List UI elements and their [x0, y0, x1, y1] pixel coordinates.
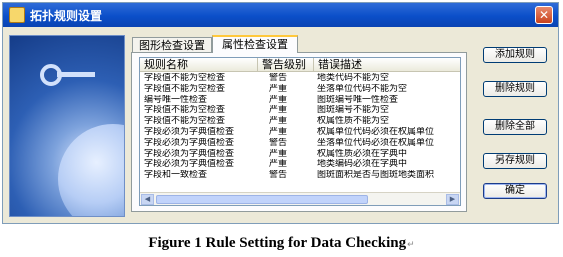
column-header-rule-name[interactable]: 规则名称: [140, 58, 258, 72]
table-row[interactable]: 字段值不能为空检查 严重 图斑编号不能为空: [140, 105, 460, 115]
table-row[interactable]: 字段必须为字典值检查 严重 权属性质必须在字典中: [140, 149, 460, 159]
error-description-cell: 权属性质必须在字典中: [317, 148, 408, 159]
rule-name-cell: 编号唯一性检查: [144, 94, 208, 105]
rule-name-cell: 字段和一致检查: [144, 170, 208, 181]
rule-name-cell: 字段值不能为空检查: [144, 83, 226, 94]
caption-text: Figure 1 Rule Setting for Data Checking: [148, 235, 407, 251]
error-description-cell: 权属性质不能为空: [317, 116, 390, 127]
column-header-warning-level[interactable]: 警告级别: [258, 58, 314, 72]
warning-level-cell: 严重: [268, 83, 287, 94]
error-description-cell: 图斑编号唯一性检查: [317, 94, 399, 105]
delete-rule-button[interactable]: 删除规则: [483, 81, 547, 97]
error-description-cell: 地类代码不能为空: [317, 73, 390, 83]
tab-graphic-check[interactable]: 图形检查设置: [132, 37, 212, 53]
error-description-cell: 图斑编号不能为空: [317, 105, 390, 116]
close-button[interactable]: ✕: [535, 6, 553, 24]
window-title: 拓扑规则设置: [30, 9, 103, 23]
table-row[interactable]: 字段值不能为空检查 警告 地类代码不能为空: [140, 73, 460, 83]
scroll-left-icon[interactable]: ◀: [141, 194, 154, 205]
warning-level-cell: 严重: [268, 116, 287, 127]
key-stem: [57, 72, 95, 77]
warning-level-cell: 严重: [268, 105, 287, 116]
add-rule-button[interactable]: 添加规则: [483, 47, 547, 63]
tab-attribute-check[interactable]: 属性检查设置: [212, 35, 298, 53]
error-description-cell: 坐落单位代码不能为空: [317, 83, 408, 94]
error-description-cell: 地类编码必须在字典中: [317, 159, 408, 170]
warning-level-cell: 警告: [268, 73, 287, 83]
rule-name-cell: 字段值不能为空检查: [144, 116, 226, 127]
warning-level-cell: 严重: [268, 127, 287, 137]
rule-name-cell: 字段值不能为空检查: [144, 73, 226, 83]
scrollbar-thumb[interactable]: [156, 195, 368, 204]
globe-icon: [58, 124, 124, 216]
figure-caption: Figure 1 Rule Setting for Data Checking↵: [0, 235, 563, 252]
delete-all-button[interactable]: 删除全部: [483, 119, 547, 135]
warning-level-cell: 严重: [268, 148, 287, 159]
return-mark: ↵: [407, 239, 415, 249]
rules-table: 规则名称 警告级别 错误描述 字段值不能为空检查 警告 地类代码不能为空 字段值不能为…: [139, 57, 461, 206]
error-description-cell: 权属单位代码必须在权属单位: [317, 127, 435, 137]
warning-level-cell: 严重: [268, 159, 287, 170]
table-row[interactable]: 字段必须为字典值检查 严重 地类编码必须在字典中: [140, 159, 460, 169]
column-header-error-description[interactable]: 错误描述: [314, 58, 460, 72]
table-row[interactable]: 字段值不能为空检查 严重 坐落单位代码不能为空: [140, 84, 460, 94]
table-row[interactable]: 字段必须为字典值检查 严重 权属单位代码必须在权属单位: [140, 127, 460, 137]
rule-name-cell: 字段必须为字典值检查: [144, 148, 235, 159]
table-row[interactable]: 字段和一致检查 警告 图斑面积是否与图斑地类面积: [140, 170, 460, 180]
title-bar[interactable]: 拓扑规则设置 ✕: [3, 3, 558, 27]
table-row[interactable]: 字段值不能为空检查 严重 权属性质不能为空: [140, 116, 460, 126]
scroll-right-icon[interactable]: ▶: [446, 194, 459, 205]
warning-level-cell: 警告: [268, 137, 287, 148]
rule-name-cell: 字段必须为字典值检查: [144, 127, 235, 137]
rule-name-cell: 字段必须为字典值检查: [144, 137, 235, 148]
table-row[interactable]: 编号唯一性检查 严重 图斑编号唯一性检查: [140, 95, 460, 105]
rule-name-cell: 字段必须为字典值检查: [144, 159, 235, 170]
warning-level-cell: 严重: [268, 94, 287, 105]
table-row[interactable]: 字段必须为字典值检查 警告 坐落单位代码必须在权属单位: [140, 138, 460, 148]
ok-button[interactable]: 确定: [483, 183, 547, 199]
warning-level-cell: 警告: [268, 170, 287, 181]
horizontal-scrollbar[interactable]: ◀ ▶: [140, 192, 460, 205]
error-description-cell: 坐落单位代码必须在权属单位: [317, 137, 435, 148]
save-rules-as-button[interactable]: 另存规则: [483, 153, 547, 169]
rule-name-cell: 字段值不能为空检查: [144, 105, 226, 116]
error-description-cell: 图斑面积是否与图斑地类面积: [317, 170, 435, 181]
app-icon: [9, 7, 25, 23]
key-globe-illustration: [9, 35, 125, 217]
